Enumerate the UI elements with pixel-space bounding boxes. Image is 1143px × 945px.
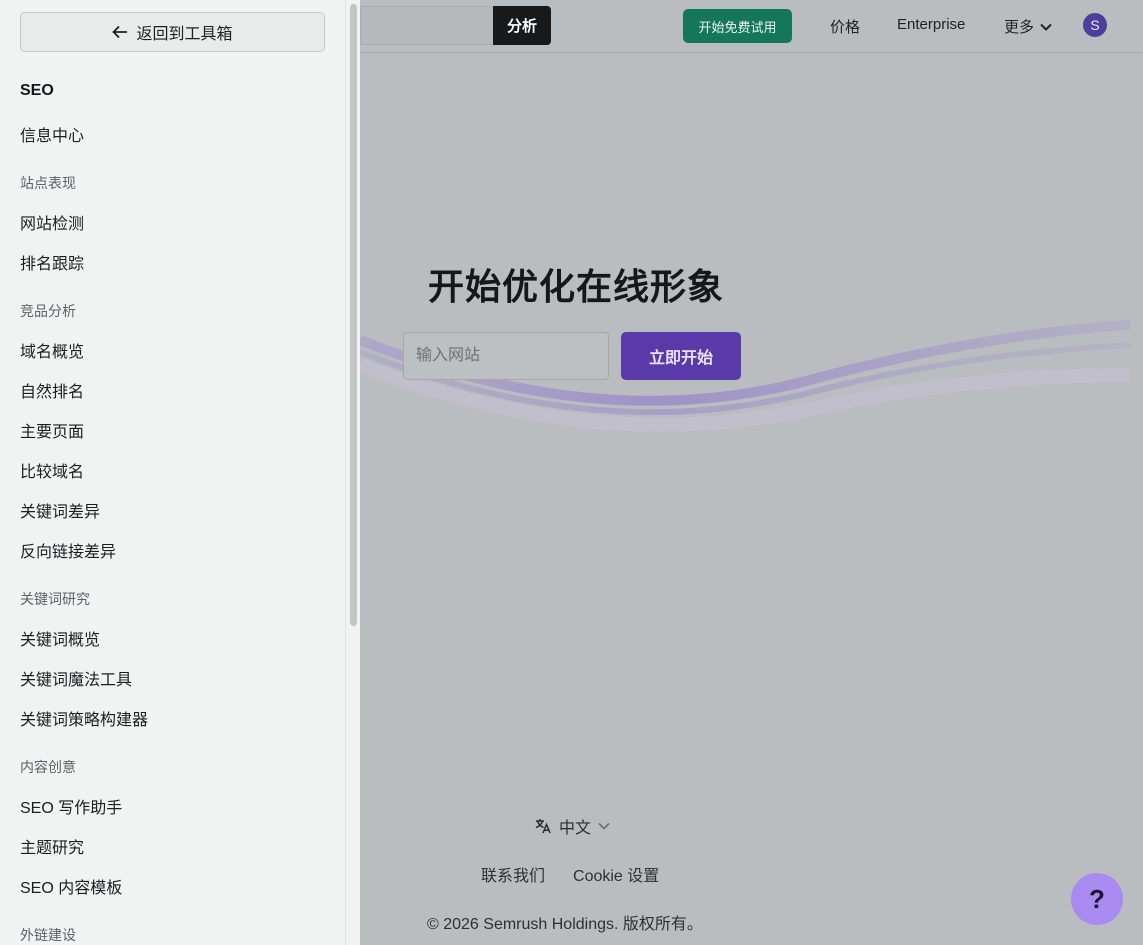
tools-sidebar: 返回到工具箱 SEO 信息中心 站点表现 网站检测 排名跟踪 竞品分析 域名概览… (0, 0, 345, 945)
user-avatar[interactable]: S (1083, 13, 1107, 37)
sidebar-item[interactable]: 关键词魔法工具 (20, 666, 132, 690)
chevron-down-icon (1040, 23, 1052, 31)
sidebar-section-title: 站点表现 (20, 175, 76, 191)
help-button[interactable]: ? (1071, 873, 1123, 925)
nav-enterprise-link[interactable]: Enterprise (897, 16, 965, 33)
sidebar-item[interactable]: 域名概览 (20, 338, 84, 362)
sidebar-item[interactable]: 比较域名 (20, 458, 84, 482)
footer-links: 联系我们 Cookie 设置 (481, 862, 659, 886)
back-to-toolbox-button[interactable]: 返回到工具箱 (20, 12, 325, 52)
sidebar-scrollbar[interactable] (345, 0, 360, 945)
language-label: 中文 (559, 820, 592, 837)
sidebar-item[interactable]: 关键词策略构建器 (20, 706, 148, 730)
hero-title: 开始优化在线形象 (428, 266, 725, 307)
nav-more-menu[interactable]: 更多 (1004, 16, 1052, 37)
website-input[interactable] (403, 332, 609, 380)
chevron-down-icon (598, 822, 610, 830)
nav-price-link[interactable]: 价格 (830, 16, 860, 37)
sidebar-item[interactable]: 关键词概览 (20, 626, 100, 650)
sidebar-item[interactable]: 关键词差异 (20, 498, 100, 522)
language-selector[interactable]: 中文 (534, 814, 610, 838)
decorative-wave (360, 320, 1130, 432)
sidebar-item[interactable]: SEO 内容模板 (20, 874, 122, 898)
sidebar-item-info-center[interactable]: 信息中心 (20, 122, 84, 146)
sidebar-item[interactable]: 主题研究 (20, 834, 84, 858)
sidebar-item[interactable]: 主要页面 (20, 418, 84, 442)
sidebar-section-title: 内容创意 (20, 759, 76, 775)
free-trial-button[interactable]: 开始免费试用 (683, 9, 792, 43)
sidebar-section-title: 关键词研究 (20, 591, 90, 607)
scrollbar-thumb[interactable] (350, 4, 357, 626)
sidebar-section-title: 竞品分析 (20, 303, 76, 319)
analyze-button[interactable]: 分析 (493, 6, 551, 45)
cookie-settings-link[interactable]: Cookie 设置 (573, 862, 659, 886)
sidebar-item[interactable]: 自然排名 (20, 378, 84, 402)
back-label: 返回到工具箱 (136, 26, 233, 43)
domain-search-input[interactable] (360, 6, 494, 45)
contact-us-link[interactable]: 联系我们 (481, 862, 545, 886)
sidebar-item[interactable]: 反向链接差异 (20, 538, 116, 562)
sidebar-heading-seo: SEO (20, 82, 54, 99)
sidebar-item[interactable]: SEO 写作助手 (20, 794, 122, 818)
nav-more-label: 更多 (1004, 19, 1035, 36)
start-now-button[interactable]: 立即开始 (621, 332, 741, 380)
translate-icon (535, 819, 551, 834)
sidebar-section-title: 外链建设 (20, 927, 76, 943)
sidebar-item[interactable]: 网站检测 (20, 210, 84, 234)
sidebar-item[interactable]: 排名跟踪 (20, 250, 84, 274)
copyright-text: © 2026 Semrush Holdings. 版权所有。 (427, 916, 703, 933)
arrow-left-icon (112, 25, 128, 39)
